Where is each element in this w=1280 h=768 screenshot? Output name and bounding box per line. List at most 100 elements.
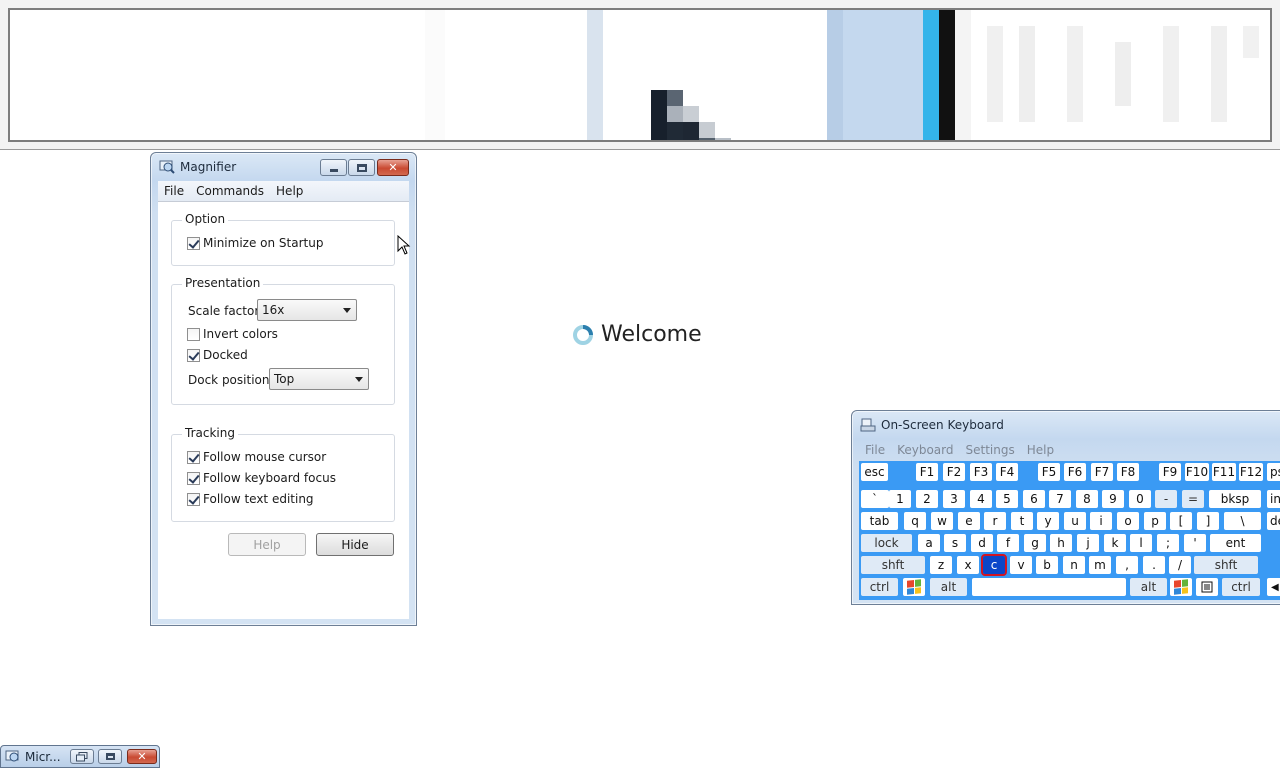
key-j[interactable]: j — [1077, 534, 1099, 552]
key-r[interactable]: r — [984, 512, 1006, 530]
key-o[interactable]: o — [1117, 512, 1139, 530]
key-s[interactable]: s — [944, 534, 966, 552]
key-menu[interactable] — [1196, 578, 1218, 596]
menu-commands[interactable]: Commands — [190, 184, 270, 198]
key-f3[interactable]: F3 — [970, 463, 992, 481]
menu-settings[interactable]: Settings — [960, 443, 1021, 457]
follow-mouse-checkbox[interactable]: Follow mouse cursor — [187, 450, 326, 464]
key-ctrl-right[interactable]: ctrl — [1222, 578, 1260, 596]
title-bar[interactable]: On-Screen Keyboard — [852, 411, 1280, 439]
key-i[interactable]: i — [1090, 512, 1112, 530]
key-comma[interactable]: , — [1116, 556, 1138, 574]
key-f10[interactable]: F10 — [1185, 463, 1209, 481]
minimize-button[interactable] — [320, 159, 347, 176]
key-w[interactable]: w — [931, 512, 953, 530]
key-p[interactable]: p — [1144, 512, 1166, 530]
key-x[interactable]: x — [957, 556, 979, 574]
key-7[interactable]: 7 — [1049, 490, 1071, 508]
key-5[interactable]: 5 — [996, 490, 1018, 508]
key-period[interactable]: . — [1143, 556, 1165, 574]
key-u[interactable]: u — [1064, 512, 1086, 530]
key-a[interactable]: a — [918, 534, 940, 552]
key-ps[interactable]: ps — [1267, 463, 1280, 481]
title-bar[interactable]: Magnifier ✕ — [151, 153, 416, 181]
key-8[interactable]: 8 — [1076, 490, 1098, 508]
key-ctrl-left[interactable]: ctrl — [861, 578, 898, 596]
key-v[interactable]: v — [1010, 556, 1032, 574]
menu-file[interactable]: File — [158, 184, 190, 198]
key-f9[interactable]: F9 — [1159, 463, 1181, 481]
menu-keyboard[interactable]: Keyboard — [891, 443, 959, 457]
key-f1[interactable]: F1 — [916, 463, 938, 481]
key-6[interactable]: 6 — [1023, 490, 1045, 508]
key-f2[interactable]: F2 — [943, 463, 965, 481]
key-0[interactable]: 0 — [1129, 490, 1151, 508]
key-d[interactable]: d — [971, 534, 993, 552]
key-f8[interactable]: F8 — [1117, 463, 1139, 481]
key-esc[interactable]: esc — [861, 463, 888, 481]
menu-help[interactable]: Help — [270, 184, 309, 198]
key-f[interactable]: f — [997, 534, 1019, 552]
key-1[interactable]: 1 — [889, 490, 911, 508]
key-m[interactable]: m — [1089, 556, 1111, 574]
key-backslash[interactable]: \ — [1224, 512, 1261, 530]
key-k[interactable]: k — [1104, 534, 1126, 552]
key-f7[interactable]: F7 — [1091, 463, 1113, 481]
key-shift-right[interactable]: shft — [1194, 556, 1258, 574]
key-h[interactable]: h — [1050, 534, 1072, 552]
key-q[interactable]: q — [904, 512, 926, 530]
key-capslock[interactable]: lock — [861, 534, 912, 552]
key-slash[interactable]: / — [1169, 556, 1191, 574]
key-tab[interactable]: tab — [861, 512, 898, 530]
key-space[interactable] — [972, 578, 1126, 596]
maximize-button[interactable] — [98, 749, 122, 764]
key-backspace[interactable]: bksp — [1209, 490, 1261, 508]
key-equals[interactable]: = — [1182, 490, 1204, 508]
key-bracket-left[interactable]: [ — [1170, 512, 1192, 530]
key-quote[interactable]: ' — [1184, 534, 1206, 552]
follow-keyboard-checkbox[interactable]: Follow keyboard focus — [187, 471, 336, 485]
invert-colors-checkbox[interactable]: Invert colors — [187, 327, 278, 341]
key-f12[interactable]: F12 — [1239, 463, 1263, 481]
hide-button[interactable]: Hide — [316, 533, 394, 556]
key-windows-left[interactable] — [903, 578, 925, 596]
close-button[interactable]: ✕ — [377, 159, 409, 176]
key-n[interactable]: n — [1063, 556, 1085, 574]
key-2[interactable]: 2 — [916, 490, 938, 508]
key-ins[interactable]: ins — [1267, 490, 1280, 508]
key-9[interactable]: 9 — [1102, 490, 1124, 508]
restore-button[interactable] — [70, 749, 94, 764]
minimized-window[interactable]: Micr... ✕ — [0, 745, 160, 768]
docked-checkbox[interactable]: Docked — [187, 348, 248, 362]
key-bracket-right[interactable]: ] — [1197, 512, 1219, 530]
key-f11[interactable]: F11 — [1212, 463, 1236, 481]
key-del[interactable]: de — [1267, 512, 1280, 530]
key-semicolon[interactable]: ; — [1157, 534, 1179, 552]
minimize-on-startup-checkbox[interactable]: Minimize on Startup — [187, 236, 323, 250]
key-alt-right[interactable]: alt — [1130, 578, 1167, 596]
key-t[interactable]: t — [1011, 512, 1033, 530]
key-f4[interactable]: F4 — [996, 463, 1018, 481]
maximize-button[interactable] — [348, 159, 375, 176]
key-f6[interactable]: F6 — [1064, 463, 1086, 481]
key-f5[interactable]: F5 — [1038, 463, 1060, 481]
menu-file[interactable]: File — [859, 443, 891, 457]
key-c-selected[interactable]: c — [981, 554, 1007, 576]
key-backtick[interactable]: ` — [861, 490, 889, 508]
help-button[interactable]: Help — [228, 533, 306, 556]
key-z[interactable]: z — [930, 556, 952, 574]
key-minus[interactable]: - — [1155, 490, 1177, 508]
key-alt-left[interactable]: alt — [930, 578, 967, 596]
scale-factor-dropdown[interactable]: 16x — [257, 299, 357, 321]
key-g[interactable]: g — [1024, 534, 1046, 552]
key-windows-right[interactable] — [1170, 578, 1192, 596]
follow-text-checkbox[interactable]: Follow text editing — [187, 492, 314, 506]
menu-help[interactable]: Help — [1021, 443, 1060, 457]
dock-position-dropdown[interactable]: Top — [269, 368, 369, 390]
key-arrow-left[interactable]: ◀ — [1267, 578, 1280, 596]
key-y[interactable]: y — [1037, 512, 1059, 530]
key-l[interactable]: l — [1130, 534, 1152, 552]
key-b[interactable]: b — [1036, 556, 1058, 574]
key-e[interactable]: e — [958, 512, 980, 530]
close-button[interactable]: ✕ — [127, 749, 157, 764]
